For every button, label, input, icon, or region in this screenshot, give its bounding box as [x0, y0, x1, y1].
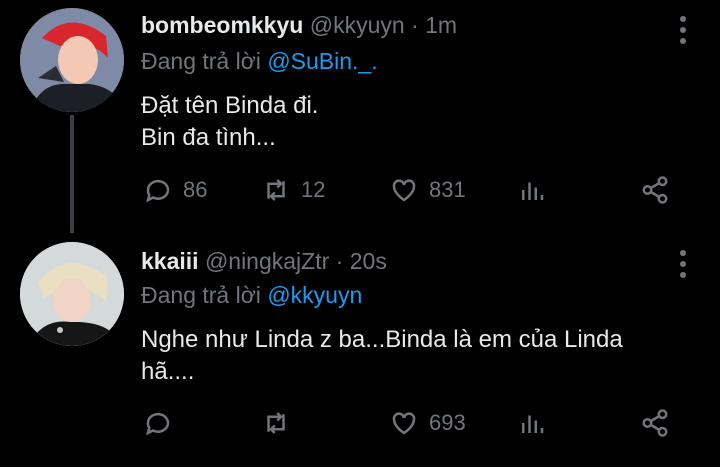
separator: ·: [411, 12, 419, 38]
replying-to: Đang trả lời @SuBin._.: [141, 48, 378, 75]
retweet-count: 12: [301, 177, 326, 202]
like-count: 693: [429, 410, 466, 435]
heart-icon: [392, 412, 416, 435]
tweet-text: Nghe như Linda z ba...Binda là em của Li…: [141, 324, 701, 388]
analytics-icon: [522, 182, 544, 200]
share-icon: [642, 176, 668, 204]
replying-to-label: Đang trả lời: [141, 48, 261, 74]
avatar-image: [20, 8, 124, 112]
more-icon[interactable]: [680, 250, 686, 278]
display-name[interactable]: bombeomkkyu: [141, 12, 303, 38]
more-icon[interactable]: [680, 16, 686, 44]
retweet-icon: [267, 179, 285, 201]
timestamp[interactable]: 20s: [350, 248, 387, 274]
share-button[interactable]: [640, 408, 670, 438]
reply-count: 86: [183, 177, 208, 202]
retweet-button[interactable]: [261, 408, 301, 438]
heart-icon: [392, 179, 416, 202]
reply-mention[interactable]: @SuBin._.: [267, 48, 377, 74]
avatar-image: [20, 242, 124, 346]
tweet-header: bombeomkkyu @kkyuyn · 1m: [141, 10, 457, 40]
reply-button[interactable]: [143, 408, 183, 438]
display-name[interactable]: kkaiii: [141, 248, 199, 274]
reply-icon: [146, 412, 170, 436]
username[interactable]: @ningkajZtr: [205, 248, 329, 274]
retweet-button[interactable]: 12: [261, 175, 325, 205]
share-icon: [642, 409, 668, 437]
like-count: 831: [429, 177, 466, 202]
reply-mention[interactable]: @kkyuyn: [267, 282, 362, 308]
action-bar: 86 12 831: [0, 175, 720, 209]
tweet[interactable]: kkaiii @ningkajZtr · 20s Đang trả lời @k…: [0, 232, 720, 467]
share-button[interactable]: [640, 175, 670, 205]
thread-line: [70, 115, 74, 233]
analytics-button[interactable]: [517, 408, 547, 438]
like-button[interactable]: 831: [389, 175, 466, 205]
replying-to-label: Đang trả lời: [141, 282, 261, 308]
tweet-line: Nghe như Linda z ba...Binda là em của Li…: [141, 326, 623, 353]
retweet-icon: [267, 412, 285, 434]
like-button[interactable]: 693: [389, 408, 466, 438]
reply-icon: [146, 179, 170, 203]
tweet-line: Bin đa tình...: [141, 124, 276, 151]
avatar[interactable]: [20, 8, 124, 112]
analytics-icon: [522, 415, 544, 433]
avatar[interactable]: [20, 242, 124, 346]
tweet-line: Đặt tên Binda đi.: [141, 92, 319, 119]
replying-to: Đang trả lời @kkyuyn: [141, 282, 362, 309]
tweet[interactable]: bombeomkkyu @kkyuyn · 1m Đang trả lời @S…: [0, 0, 720, 233]
reply-button[interactable]: 86: [143, 175, 207, 205]
tweet-line: hã....: [141, 358, 195, 385]
analytics-button[interactable]: [517, 175, 547, 205]
separator: ·: [335, 248, 344, 274]
tweet-header: kkaiii @ningkajZtr · 20s: [141, 246, 387, 276]
username[interactable]: @kkyuyn: [310, 12, 405, 38]
tweet-text: Đặt tên Binda đi. Bin đa tình...: [141, 90, 701, 154]
action-bar: 693: [0, 408, 720, 442]
timestamp[interactable]: 1m: [425, 12, 457, 38]
